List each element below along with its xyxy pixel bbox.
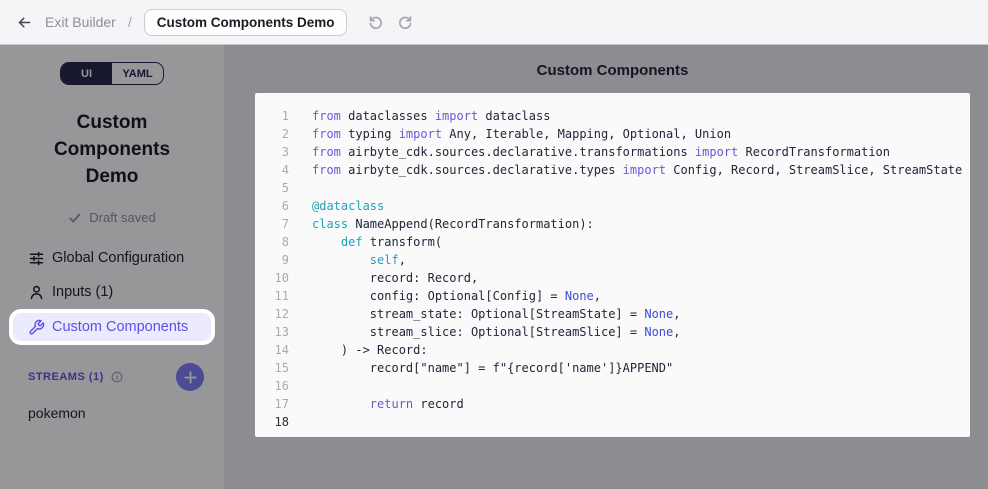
check-icon: [68, 211, 82, 225]
line-content: stream_state: Optional[StreamState] = No…: [289, 305, 680, 323]
line-number: 11: [255, 287, 289, 305]
line-number: 13: [255, 323, 289, 341]
line-number: 18: [255, 413, 289, 431]
arrow-left-icon: [16, 14, 33, 31]
user-icon: [28, 284, 45, 301]
code-line: 5: [255, 179, 970, 197]
sidebar-item-custom-components[interactable]: Custom Components: [13, 313, 211, 341]
code-line: 10 record: Record,: [255, 269, 970, 287]
toggle-yaml[interactable]: YAML: [112, 63, 163, 84]
sidebar-item-label: Global Configuration: [52, 250, 184, 266]
sliders-icon: [28, 250, 45, 267]
line-number: 5: [255, 179, 289, 197]
code-line: 6@dataclass: [255, 197, 970, 215]
code-line: 7class NameAppend(RecordTransformation):: [255, 215, 970, 233]
redo-button[interactable]: [395, 12, 416, 33]
code-line: 16: [255, 377, 970, 395]
line-content: from typing import Any, Iterable, Mappin…: [289, 125, 731, 143]
main-panel: Custom Components 1from dataclasses impo…: [225, 45, 988, 489]
line-content: from dataclasses import dataclass: [289, 107, 550, 125]
code-line: 11 config: Optional[Config] = None,: [255, 287, 970, 305]
line-content: @dataclass: [289, 197, 384, 215]
line-number: 3: [255, 143, 289, 161]
ui-yaml-toggle: UI YAML: [60, 62, 164, 85]
wrench-icon: [28, 319, 45, 336]
builder-body: UI YAML Custom Components Demo Draft sav…: [0, 45, 988, 489]
project-name-input[interactable]: Custom Components Demo: [144, 9, 348, 36]
connector-builder-app: Exit Builder / Custom Components Demo UI…: [0, 0, 988, 489]
code-line: 14 ) -> Record:: [255, 341, 970, 359]
topbar: Exit Builder / Custom Components Demo: [0, 0, 988, 45]
line-content: self,: [289, 251, 406, 269]
line-content: record["name"] = f"{record['name']}APPEN…: [289, 359, 673, 377]
line-number: 4: [255, 161, 289, 179]
undo-icon: [367, 14, 384, 31]
code-line: 12 stream_state: Optional[StreamState] =…: [255, 305, 970, 323]
sidebar-item-inputs[interactable]: Inputs (1): [0, 275, 224, 309]
line-content: return record: [289, 395, 464, 413]
sidebar-item-label: Custom Components: [52, 319, 188, 335]
sidebar-item-label: Inputs (1): [52, 284, 113, 300]
spotlight-ring: Custom Components: [9, 309, 215, 345]
page-title: Custom Components: [255, 61, 970, 81]
history-controls: [365, 12, 416, 33]
line-content: ) -> Record:: [289, 341, 428, 359]
line-number: 16: [255, 377, 289, 395]
draft-status-label: Draft saved: [89, 210, 155, 225]
line-content: from airbyte_cdk.sources.declarative.typ…: [289, 161, 962, 179]
connector-title-line: Custom: [0, 109, 224, 136]
sidebar-item-global-configuration[interactable]: Global Configuration: [0, 241, 224, 275]
redo-icon: [397, 14, 414, 31]
code-line: 13 stream_slice: Optional[StreamSlice] =…: [255, 323, 970, 341]
line-number: 10: [255, 269, 289, 287]
line-content: config: Optional[Config] = None,: [289, 287, 601, 305]
sidebar-nav: Global Configuration Inputs (1) Custom C…: [0, 241, 224, 345]
connector-title: Custom Components Demo: [0, 109, 224, 190]
streams-header: STREAMS (1): [0, 363, 224, 391]
draft-status: Draft saved: [0, 210, 224, 225]
line-number: 9: [255, 251, 289, 269]
line-number: 12: [255, 305, 289, 323]
line-content: stream_slice: Optional[StreamSlice] = No…: [289, 323, 680, 341]
stream-item-pokemon[interactable]: pokemon: [0, 405, 224, 421]
code-line: 2from typing import Any, Iterable, Mappi…: [255, 125, 970, 143]
line-number: 7: [255, 215, 289, 233]
line-content: [289, 413, 319, 431]
line-content: def transform(: [289, 233, 442, 251]
code-line: 8 def transform(: [255, 233, 970, 251]
code-editor[interactable]: 1from dataclasses import dataclass2from …: [255, 93, 970, 437]
code-line: 9 self,: [255, 251, 970, 269]
info-icon[interactable]: [111, 371, 123, 383]
back-button[interactable]: [14, 12, 35, 33]
code-line: 18: [255, 413, 970, 431]
code-lines: 1from dataclasses import dataclass2from …: [255, 107, 970, 431]
line-number: 17: [255, 395, 289, 413]
code-line: 1from dataclasses import dataclass: [255, 107, 970, 125]
add-stream-button[interactable]: [176, 363, 204, 391]
exit-builder-link[interactable]: Exit Builder: [45, 14, 116, 30]
code-line: 3from airbyte_cdk.sources.declarative.tr…: [255, 143, 970, 161]
connector-title-line: Demo: [0, 163, 224, 190]
toggle-ui[interactable]: UI: [61, 63, 112, 84]
line-content: [289, 179, 319, 197]
plus-icon: [183, 370, 198, 385]
line-number: 14: [255, 341, 289, 359]
code-line: 17 return record: [255, 395, 970, 413]
streams-header-label: STREAMS (1): [28, 371, 104, 383]
sidebar: UI YAML Custom Components Demo Draft sav…: [0, 45, 225, 489]
line-number: 1: [255, 107, 289, 125]
line-content: class NameAppend(RecordTransformation):: [289, 215, 594, 233]
line-content: record: Record,: [289, 269, 478, 287]
line-number: 8: [255, 233, 289, 251]
line-number: 6: [255, 197, 289, 215]
undo-button[interactable]: [365, 12, 386, 33]
line-content: [289, 377, 319, 395]
line-number: 2: [255, 125, 289, 143]
code-line: 4from airbyte_cdk.sources.declarative.ty…: [255, 161, 970, 179]
line-number: 15: [255, 359, 289, 377]
code-line: 15 record["name"] = f"{record['name']}AP…: [255, 359, 970, 377]
line-content: from airbyte_cdk.sources.declarative.tra…: [289, 143, 890, 161]
connector-title-line: Components: [0, 136, 224, 163]
breadcrumb-separator: /: [128, 14, 132, 30]
